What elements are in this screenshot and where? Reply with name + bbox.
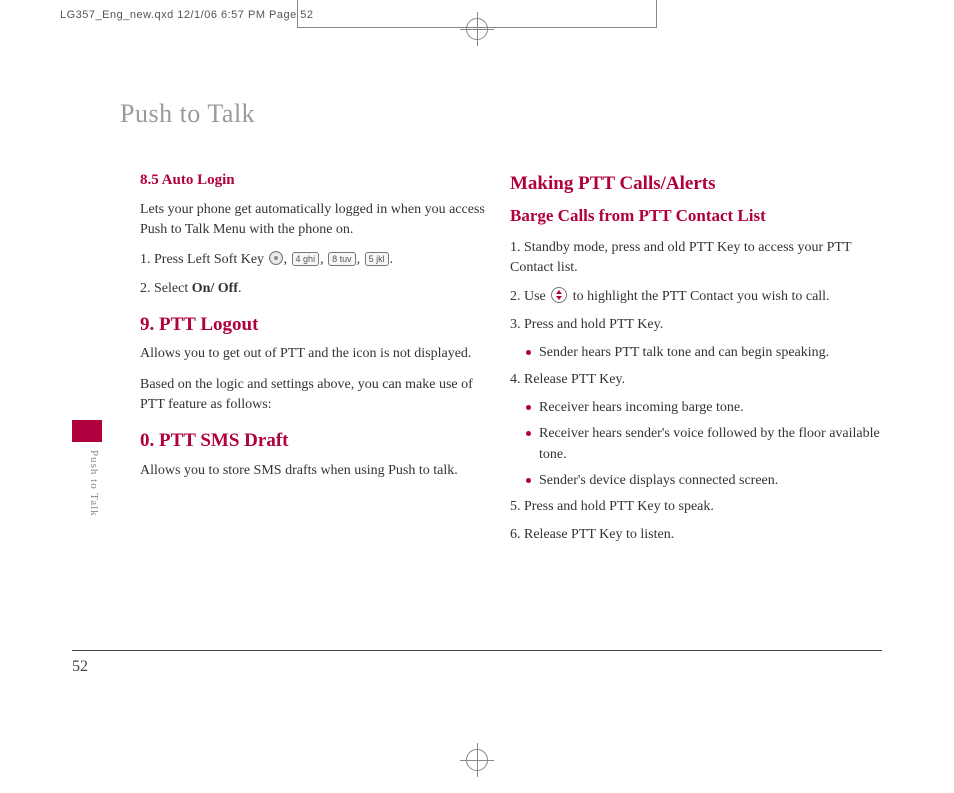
barge-step1: 1. Standby mode, press and old PTT Key t…	[510, 238, 890, 279]
barge-step4-bullet2: Receiver hears sender's voice followed b…	[526, 424, 890, 465]
bullet-icon	[526, 405, 531, 410]
auto-login-step1: 1. Press Left Soft Key , 4 ghi, 8 tuv, 5…	[140, 250, 495, 270]
key-5-icon: 5 jkl	[365, 252, 389, 266]
ptt-sms-draft-desc: Allows you to store SMS drafts when usin…	[140, 461, 495, 481]
right-column: Making PTT Calls/Alerts Barge Calls from…	[510, 170, 890, 554]
bullet-text: Sender's device displays connected scree…	[539, 471, 778, 491]
sidebar-accent-block	[72, 420, 102, 442]
left-soft-key-icon	[269, 251, 283, 265]
ptt-logout-desc2: Based on the logic and settings above, y…	[140, 375, 495, 416]
page-number: 52	[72, 655, 88, 678]
step2-prefix: 2. Select	[140, 281, 192, 296]
key-4-icon: 4 ghi	[292, 252, 320, 266]
barge-step4-bullet3: Sender's device displays connected scree…	[526, 471, 890, 491]
barge-step2-prefix: 2. Use	[510, 289, 549, 304]
auto-login-step2: 2. Select On/ Off.	[140, 279, 495, 299]
registration-mark-top	[464, 16, 490, 42]
bullet-icon	[526, 478, 531, 483]
bullet-icon	[526, 350, 531, 355]
registration-mark-bottom	[464, 747, 490, 773]
barge-step3-bullet1: Sender hears PTT talk tone and can begin…	[526, 343, 890, 363]
barge-step4-bullet1: Receiver hears incoming barge tone.	[526, 398, 890, 418]
heading-barge-calls: Barge Calls from PTT Contact List	[510, 204, 890, 229]
barge-step6: 6. Release PTT Key to listen.	[510, 525, 890, 545]
step1-text: 1. Press Left Soft Key	[140, 252, 268, 267]
footer-rule	[72, 650, 882, 651]
heading-ptt-sms-draft: 0. PTT SMS Draft	[140, 427, 495, 455]
bullet-text: Receiver hears incoming barge tone.	[539, 398, 744, 418]
heading-ptt-logout: 9. PTT Logout	[140, 311, 495, 339]
key-8-icon: 8 tuv	[328, 252, 356, 266]
page-title: Push to Talk	[120, 95, 255, 133]
barge-step4: 4. Release PTT Key.	[510, 370, 890, 390]
left-column: 8.5 Auto Login Lets your phone get autom…	[140, 170, 495, 491]
auto-login-desc: Lets your phone get automatically logged…	[140, 200, 495, 241]
barge-step3: 3. Press and hold PTT Key.	[510, 315, 890, 335]
heading-auto-login: 8.5 Auto Login	[140, 170, 495, 192]
nav-key-icon	[551, 287, 567, 303]
bullet-text: Receiver hears sender's voice followed b…	[539, 424, 890, 465]
barge-step2: 2. Use to highlight the PTT Contact you …	[510, 287, 890, 307]
ptt-logout-desc1: Allows you to get out of PTT and the ico…	[140, 344, 495, 364]
barge-step5: 5. Press and hold PTT Key to speak.	[510, 497, 890, 517]
heading-making-ptt-calls: Making PTT Calls/Alerts	[510, 170, 890, 198]
sidebar-section-label: Push to Talk	[85, 450, 101, 517]
bullet-icon	[526, 431, 531, 436]
barge-step2-suffix: to highlight the PTT Contact you wish to…	[573, 289, 830, 304]
step2-value: On/ Off	[192, 281, 238, 296]
bullet-text: Sender hears PTT talk tone and can begin…	[539, 343, 829, 363]
